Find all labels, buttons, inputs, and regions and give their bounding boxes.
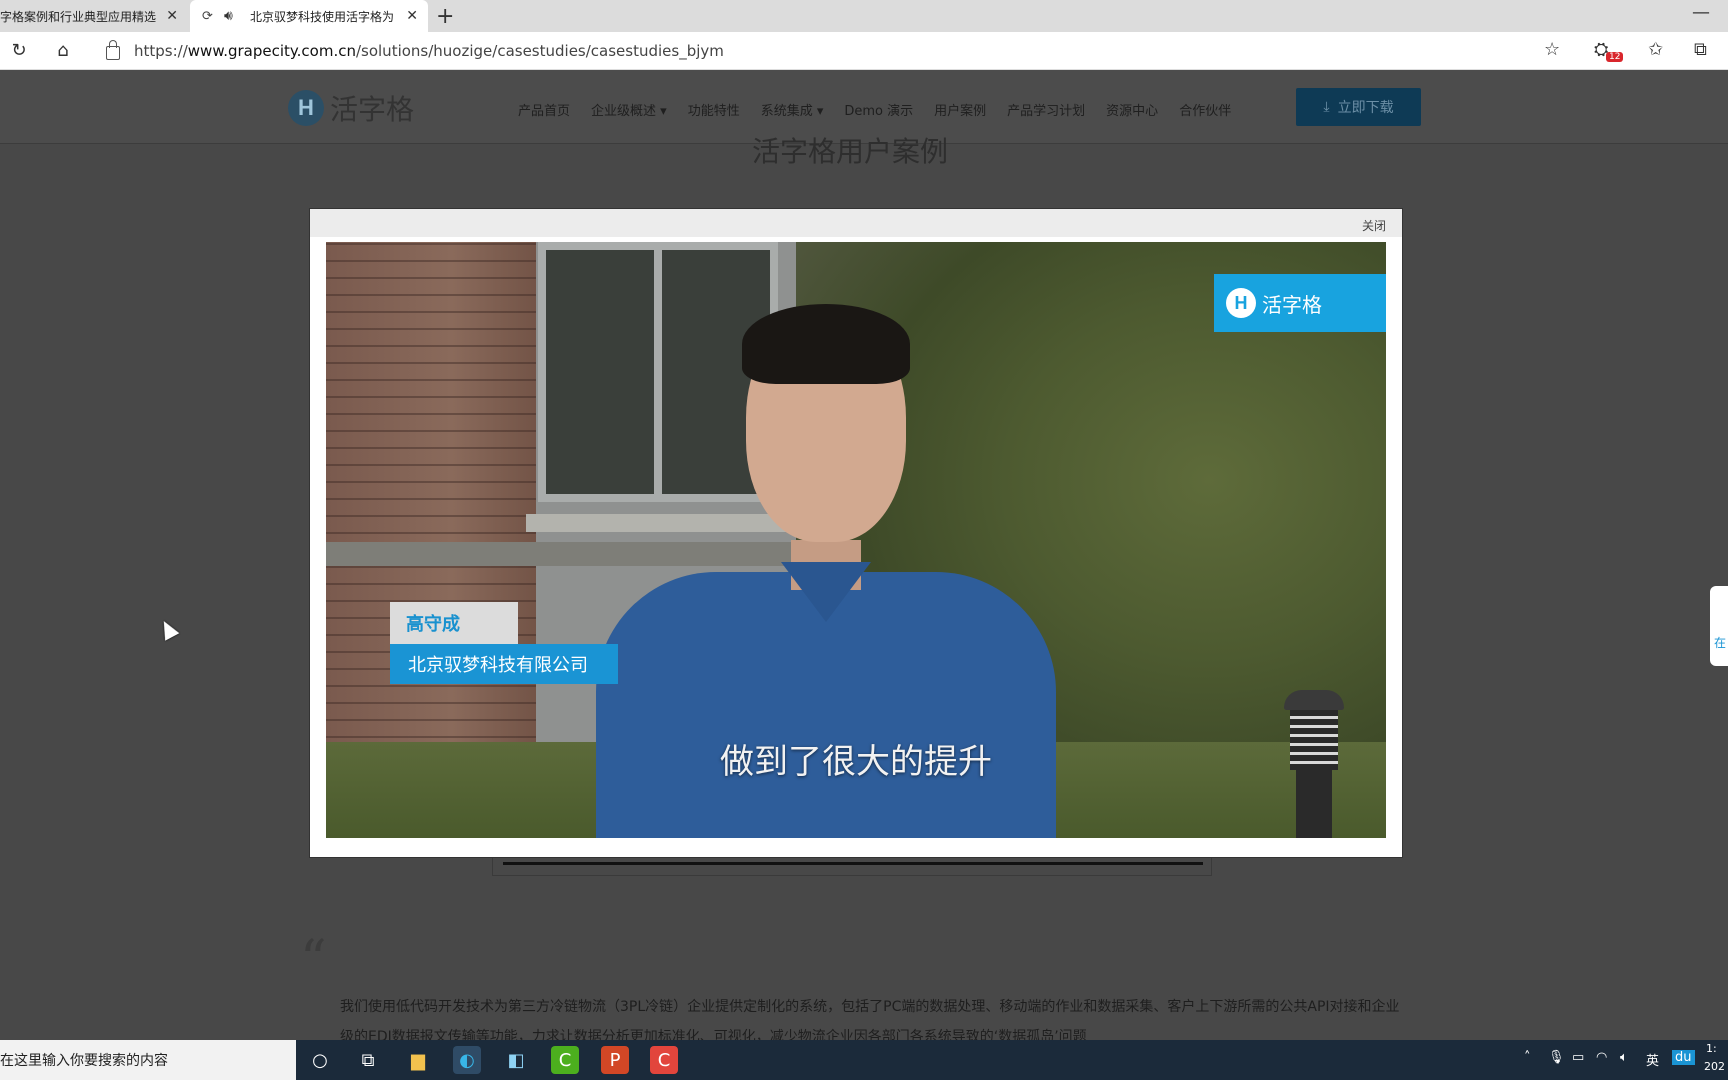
tab-casestudies[interactable]: 字格案例和行业典型应用精选 ✕ <box>0 0 188 32</box>
logo-mark-icon: H <box>288 90 324 126</box>
lock-icon <box>106 40 120 60</box>
tray-date[interactable]: 202 <box>1704 1060 1725 1073</box>
cortana-icon[interactable]: ○ <box>306 1046 334 1074</box>
baidu-input-icon[interactable]: du <box>1672 1050 1695 1065</box>
powerpoint-icon[interactable]: P <box>601 1046 629 1074</box>
volume-icon[interactable]: 🔈︎ <box>1620 1050 1628 1065</box>
wifi-icon[interactable]: ◠ <box>1596 1050 1607 1065</box>
nav-item[interactable]: 用户案例 <box>934 100 986 119</box>
download-button[interactable]: ⤓ 立即下载 <box>1296 88 1421 126</box>
close-tab-icon[interactable]: ✕ <box>406 8 418 24</box>
edge-icon[interactable]: ◐ <box>453 1046 481 1074</box>
taskbar: 在这里输入你要搜索的内容 ○ ⧉ ▆ ◐ ◧ C P C ˄ 🎙︎ ▭ ◠ 🔈︎… <box>0 1040 1728 1080</box>
battery-icon[interactable]: ▭ <box>1572 1050 1584 1065</box>
address-bar: ↻ ⌂ https://www.grapecity.com.cn/solutio… <box>0 32 1728 70</box>
loading-icon: ⟳ <box>202 8 213 24</box>
nav-item[interactable]: 产品学习计划 <box>1007 100 1085 119</box>
side-float-tab[interactable]: 在 <box>1710 586 1728 666</box>
recorder-icon[interactable]: C <box>650 1046 678 1074</box>
tab-title: 字格案例和行业典型应用精选 <box>0 9 157 24</box>
tab-title: 北京驭梦科技使用活字格为 <box>250 9 395 24</box>
logo-text: 活字格 <box>330 93 415 126</box>
nav-item[interactable]: Demo 演示 <box>844 100 913 119</box>
add-favorite-icon[interactable]: ☆ <box>1544 39 1560 60</box>
taskbar-search[interactable]: 在这里输入你要搜索的内容 <box>0 1040 296 1080</box>
url-text: https://www.grapecity.com.cn/solutions/h… <box>134 42 724 60</box>
video-brand-logo: H 活字格 <box>1214 274 1386 332</box>
nav-item[interactable]: 系统集成 ▾ <box>761 100 824 119</box>
notification-badge: 12 <box>1606 52 1624 62</box>
quote-icon: “ <box>300 930 327 990</box>
task-view-icon[interactable]: ⧉ <box>354 1046 382 1074</box>
brand-text: 活字格 <box>1262 292 1322 317</box>
refresh-icon[interactable]: ↻ <box>8 40 30 61</box>
app-icon[interactable]: ◧ <box>502 1046 530 1074</box>
video-progress-strip[interactable] <box>492 858 1212 876</box>
home-icon[interactable]: ⌂ <box>52 40 74 61</box>
speaker-icon[interactable]: 🔊︎ <box>224 8 242 24</box>
site-nav: 产品首页 企业级概述 ▾ 功能特性 系统集成 ▾ Demo 演示 用户案例 产品… <box>518 100 1252 119</box>
download-icon: ⤓ <box>1323 99 1330 115</box>
page-title: 活字格用户案例 <box>752 135 949 168</box>
case-study-text: 我们使用低代码开发技术为第三方冷链物流（3PL冷链）企业提供定制化的系统，包括了… <box>340 999 1400 1040</box>
close-button[interactable]: 关闭 <box>1362 217 1386 234</box>
microphone-icon[interactable]: 🎙︎ <box>1548 1050 1565 1065</box>
nav-item[interactable]: 企业级概述 ▾ <box>591 100 667 119</box>
input-language[interactable]: 英 <box>1646 1050 1659 1069</box>
video-subtitle: 做到了很大的提升 <box>720 742 992 782</box>
file-explorer-icon[interactable]: ▆ <box>404 1046 432 1074</box>
camtasia-icon[interactable]: C <box>551 1046 579 1074</box>
video-modal: 关闭 H 活字格 高守成 北京驭梦科技有限公司 做到了很大的提升 <box>309 208 1403 858</box>
favorites-icon[interactable]: ✩ <box>1648 39 1663 60</box>
collections-icon[interactable]: ⧉ <box>1694 39 1707 60</box>
nav-item[interactable]: 产品首页 <box>518 100 570 119</box>
url-field[interactable]: https://www.grapecity.com.cn/solutions/h… <box>96 36 1596 66</box>
nav-item[interactable]: 合作伙伴 <box>1179 100 1231 119</box>
tray-expand-icon[interactable]: ˄ <box>1524 1050 1531 1065</box>
close-tab-icon[interactable]: ✕ <box>166 8 178 24</box>
brand-mark-icon: H <box>1226 288 1256 318</box>
video-player[interactable]: H 活字格 高守成 北京驭梦科技有限公司 做到了很大的提升 <box>326 242 1386 838</box>
minimize-icon[interactable]: — <box>1692 2 1710 23</box>
nav-item[interactable]: 资源中心 <box>1106 100 1158 119</box>
new-tab-icon[interactable]: + <box>436 4 454 29</box>
tab-current[interactable]: ⟳ 🔊︎ 北京驭梦科技使用活字格为 ✕ <box>190 0 428 32</box>
speaker-name-caption: 高守成 <box>390 602 518 644</box>
nav-item[interactable]: 功能特性 <box>688 100 740 119</box>
mouse-cursor-icon <box>156 617 180 641</box>
speaker-company-caption: 北京驭梦科技有限公司 <box>390 644 618 684</box>
download-label: 立即下载 <box>1337 100 1394 116</box>
tray-clock[interactable]: 1: <box>1706 1042 1717 1055</box>
modal-header: 关闭 <box>310 209 1402 237</box>
tab-bar: 字格案例和行业典型应用精选 ✕ ⟳ 🔊︎ 北京驭梦科技使用活字格为 ✕ + — <box>0 0 1728 32</box>
site-logo[interactable]: H 活字格 <box>288 88 414 128</box>
